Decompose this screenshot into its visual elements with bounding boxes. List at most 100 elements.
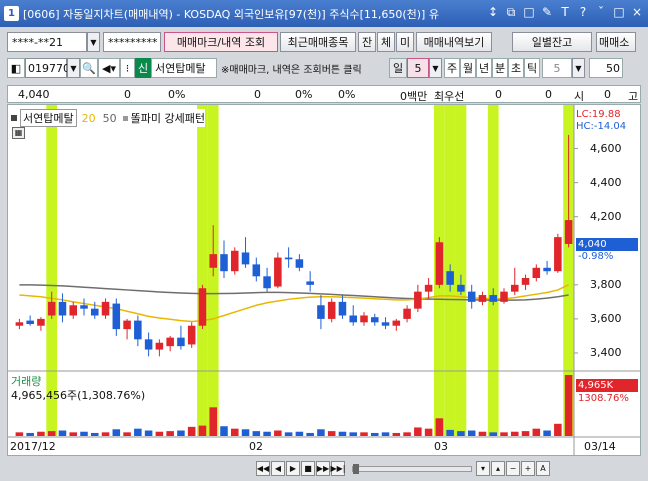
- candle-body: [15, 322, 24, 326]
- candle-body: [26, 320, 34, 325]
- nav-button-4[interactable]: ▶▶: [316, 461, 330, 476]
- date-label-start: 2017/12: [10, 440, 56, 453]
- candle-body: [198, 288, 207, 326]
- candle-body: [360, 315, 368, 323]
- grid-toggle-icon[interactable]: ▦: [12, 127, 25, 139]
- maximize-icon[interactable]: □: [522, 5, 536, 19]
- nav-button-3[interactable]: ■: [301, 461, 315, 476]
- close-icon[interactable]: ×: [630, 5, 644, 19]
- trade-highlight: [197, 105, 208, 436]
- font-size-icon[interactable]: A: [536, 461, 550, 476]
- volume-bar: [155, 431, 164, 436]
- volume-axis-pct: 1308.76%: [578, 393, 629, 404]
- daily-balance-button[interactable]: 일별잔고: [512, 32, 592, 52]
- step-icon[interactable]: ⁝: [120, 58, 135, 78]
- volume-bar: [47, 431, 56, 436]
- account-dropdown[interactable]: ▼: [87, 32, 100, 52]
- tick-value[interactable]: 5: [542, 58, 572, 78]
- volume-bar: [424, 428, 433, 436]
- executed-button[interactable]: 체: [377, 32, 395, 52]
- nav-button-0[interactable]: ◀◀: [256, 461, 270, 476]
- period-year-button[interactable]: 년: [476, 58, 492, 78]
- candle-body: [187, 325, 196, 345]
- count-field[interactable]: 50: [589, 58, 623, 78]
- ma20-line: [19, 284, 569, 323]
- period-month-button[interactable]: 월: [460, 58, 476, 78]
- axis-hc: HC:-14.04: [576, 121, 627, 132]
- period-second-button[interactable]: 초: [508, 58, 524, 78]
- volume-bar: [112, 429, 121, 436]
- period-minute-button[interactable]: 분: [492, 58, 508, 78]
- price-tick-label: 4,200: [590, 209, 622, 223]
- current-change-tag: -0.98%: [578, 250, 614, 262]
- menu-icon[interactable]: ◧: [7, 58, 25, 78]
- unfilled-button[interactable]: 미: [396, 32, 414, 52]
- nav-button-5[interactable]: ▶▶|: [331, 461, 346, 476]
- info-open-value: 0: [604, 88, 611, 101]
- search-icon[interactable]: 🔍: [80, 58, 98, 78]
- volume-bar: [360, 432, 368, 436]
- volume-bar: [26, 432, 34, 436]
- info-high-label: 고: [628, 90, 639, 103]
- plus-icon[interactable]: +: [521, 461, 535, 476]
- period-tick-button[interactable]: 틱: [524, 58, 540, 78]
- trade-mark-query-button[interactable]: 매매마크/내역 조회: [164, 32, 278, 52]
- candle-body: [392, 320, 401, 326]
- volume-bar: [58, 430, 67, 436]
- volume-bar: [144, 430, 153, 436]
- volume-bar: [371, 432, 379, 436]
- volume-bar: [198, 425, 207, 436]
- restore-icon[interactable]: ⧉: [504, 5, 518, 19]
- text-icon[interactable]: T: [558, 5, 572, 19]
- candle-body: [80, 305, 88, 309]
- tick-dropdown[interactable]: ▼: [572, 58, 585, 78]
- candle-body: [414, 291, 422, 309]
- stock-code-field[interactable]: 019770: [25, 58, 70, 78]
- recent-trades-button[interactable]: 최근매매종목: [280, 32, 356, 52]
- account-field[interactable]: ****-**21: [7, 32, 87, 52]
- edit-icon[interactable]: ✎: [540, 5, 554, 19]
- period-week-button[interactable]: 주: [444, 58, 460, 78]
- zoom-slider-handle[interactable]: [353, 463, 359, 474]
- password-field[interactable]: *********: [103, 32, 161, 52]
- zoom-out-icon[interactable]: ▾: [476, 461, 490, 476]
- candle-body: [231, 250, 239, 272]
- volume-bar: [284, 432, 293, 436]
- trade-button-2[interactable]: 매매소: [596, 32, 636, 52]
- zoom-in-icon[interactable]: ▴: [491, 461, 505, 476]
- candle-body: [349, 315, 357, 323]
- minimize-icon[interactable]: □: [612, 5, 626, 19]
- code-dropdown[interactable]: ▼: [67, 58, 80, 78]
- pattern-marker-icon: [122, 115, 128, 121]
- candle-body: [209, 254, 217, 268]
- collapse-icon[interactable]: ˇ: [594, 5, 608, 19]
- info-best-value: 0: [495, 88, 502, 101]
- period-value[interactable]: 5: [407, 58, 429, 78]
- nav-button-1[interactable]: ◀: [271, 461, 285, 476]
- window-title-bar: 1 [0606] 자동일지차트(매매내역) - KOSDAQ 외국인보유[97(…: [0, 0, 648, 27]
- candle-body: [424, 284, 433, 292]
- minus-icon[interactable]: −: [506, 461, 520, 476]
- zoom-slider[interactable]: [352, 463, 472, 474]
- candle-body: [274, 257, 282, 287]
- balance-button[interactable]: 잔: [358, 32, 376, 52]
- candle-body: [37, 318, 45, 326]
- candle-body: [381, 322, 390, 326]
- legend-stock-name[interactable]: 서연탑메탈: [20, 109, 77, 127]
- candle-body: [263, 276, 271, 289]
- volume-bar: [338, 431, 347, 436]
- trade-list-button[interactable]: 매매내역보기: [416, 32, 492, 52]
- resize-icon[interactable]: ↕: [486, 5, 500, 19]
- volume-bar: [457, 431, 465, 436]
- volume-bar: [327, 431, 336, 436]
- volume-bar: [467, 430, 476, 436]
- candle-body: [435, 242, 444, 285]
- info-change: 0: [124, 88, 131, 101]
- info-change-pct: 0%: [168, 88, 186, 101]
- speaker-icon[interactable]: ◀▾: [98, 58, 120, 78]
- period-day-button[interactable]: 일: [389, 58, 407, 78]
- period-dropdown[interactable]: ▼: [429, 58, 442, 78]
- nav-button-2[interactable]: ▶: [286, 461, 300, 476]
- help-icon[interactable]: ?: [576, 5, 590, 19]
- chart-area[interactable]: 서연탑메탈 20 50 똘파미 강세패턴 ▦ 4,600 4,400 4,200 3,…: [7, 104, 641, 456]
